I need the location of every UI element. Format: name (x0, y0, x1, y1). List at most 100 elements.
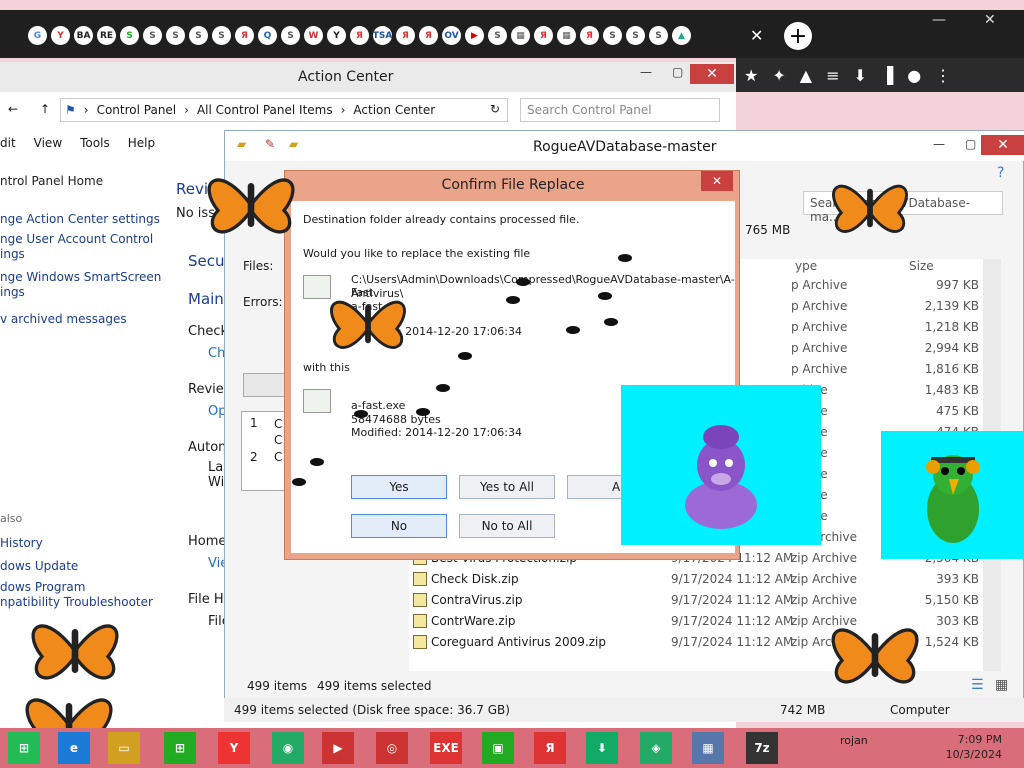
help-icon[interactable]: ? (997, 165, 1004, 181)
properties-icon[interactable]: ✎ (265, 137, 275, 151)
see-also-file-history[interactable]: History (0, 532, 43, 555)
nav-archived-messages[interactable]: v archived messages (0, 308, 127, 331)
close-button[interactable]: ✕ (690, 64, 734, 84)
taskbar-icon[interactable]: e (58, 732, 90, 764)
tiles-view-icon[interactable]: ▦ (995, 677, 1008, 693)
browser-tab-icon[interactable]: S (120, 26, 139, 45)
taskbar-icon[interactable]: ◈ (640, 732, 672, 764)
browser-tab-icon[interactable]: S (603, 26, 622, 45)
dialog-close-button[interactable]: ✕ (701, 171, 733, 191)
file-name: Coreguard Antivirus 2009.zip (431, 635, 607, 649)
taskbar-icon[interactable]: Я (534, 732, 566, 764)
menu-help[interactable]: Help (128, 136, 155, 156)
browser-tab-icon[interactable]: OV (442, 26, 461, 45)
browser-toolbar-icon[interactable]: ▲ (800, 66, 812, 85)
browser-tab-icon[interactable]: Y (327, 26, 346, 45)
table-row[interactable]: Check Disk.zip 9/17/2024 11:12 AM zip Arch… (409, 569, 983, 590)
taskbar-icon[interactable]: EXE (430, 732, 462, 764)
browser-tab-icon[interactable]: RE (97, 26, 116, 45)
nav-action-center-settings[interactable]: nge Action Center settings (0, 208, 160, 231)
browser-tab-icon[interactable]: Я (534, 26, 553, 45)
browser-toolbar-icon[interactable]: ★ (744, 66, 758, 85)
browser-tab-icon[interactable]: G (28, 26, 47, 45)
browser-tab-icon[interactable]: ▦ (511, 26, 530, 45)
browser-tab-icon[interactable]: ▶ (465, 26, 484, 45)
taskbar-icon[interactable]: ◉ (272, 732, 304, 764)
browser-tab-icon[interactable]: S (212, 26, 231, 45)
browser-tab-icon[interactable]: S (649, 26, 668, 45)
back-arrow-icon[interactable]: ← (8, 102, 18, 116)
explorer-minimize-button[interactable]: — (933, 137, 945, 151)
browser-tab-icon[interactable]: BA (74, 26, 93, 45)
browser-tab-icon[interactable]: Я (350, 26, 369, 45)
browser-close-button[interactable]: ✕ (984, 12, 996, 28)
browser-tab-icon[interactable]: S (488, 26, 507, 45)
breadcrumb-control-panel[interactable]: Control Panel (97, 103, 177, 117)
browser-tab-icon[interactable]: Я (396, 26, 415, 45)
details-view-icon[interactable]: ☰ (971, 677, 984, 693)
nav-home[interactable]: ntrol Panel Home (0, 170, 103, 193)
browser-tab-icon[interactable]: Я (580, 26, 599, 45)
nav-smartscreen-settings[interactable]: nge Windows SmartScreen ings (0, 270, 161, 300)
taskbar-icon[interactable]: ▦ (692, 732, 724, 764)
new-tab-button[interactable]: + (784, 22, 812, 50)
taskbar-icon[interactable]: ▭ (108, 732, 140, 764)
ant-icon (354, 410, 368, 418)
no-to-all-button[interactable]: No to All (459, 514, 555, 538)
browser-tab-icon[interactable]: Я (235, 26, 254, 45)
browser-tab-icon[interactable]: Q (258, 26, 277, 45)
browser-tab-icon[interactable]: S (281, 26, 300, 45)
new-folder-icon[interactable]: ▰ (289, 137, 298, 151)
no-button[interactable]: No (351, 514, 447, 538)
yes-button[interactable]: Yes (351, 475, 447, 499)
browser-tab-icon[interactable]: Y (51, 26, 70, 45)
browser-tab-icon[interactable]: S (189, 26, 208, 45)
taskbar-icon[interactable]: ▣ (482, 732, 514, 764)
check-link[interactable]: Ch (208, 346, 225, 361)
col-size-header[interactable]: Size (909, 259, 934, 273)
clock[interactable]: 7:09 PM 10/3/2024 (932, 732, 1002, 762)
up-arrow-icon[interactable]: ↑ (40, 102, 50, 116)
breadcrumb-all-items[interactable]: All Control Panel Items (197, 103, 333, 117)
refresh-icon[interactable]: ↻ (490, 102, 500, 116)
taskbar-icon[interactable]: ⬇ (586, 732, 618, 764)
maintenance-heading[interactable]: Main (188, 290, 224, 308)
browser-minimize-button[interactable]: — (932, 12, 946, 28)
taskbar-icon[interactable]: ◎ (376, 732, 408, 764)
browser-tab-icon[interactable]: ▲ (672, 26, 691, 45)
menu-view[interactable]: View (34, 136, 62, 156)
nav-uac-settings[interactable]: nge User Account Control ings (0, 232, 153, 262)
taskbar-icon[interactable]: ⊞ (164, 732, 196, 764)
browser-tab-icon[interactable]: Я (419, 26, 438, 45)
browser-tab-icon[interactable]: S (626, 26, 645, 45)
browser-tab-icon[interactable]: TSA (373, 26, 392, 45)
tab-close-icon[interactable]: ✕ (750, 26, 763, 45)
browser-toolbar-icon[interactable]: ≡ (826, 66, 839, 85)
taskbar-icon[interactable]: Y (218, 732, 250, 764)
browser-tab-icon[interactable]: S (143, 26, 162, 45)
col-type-header[interactable]: ype (795, 259, 817, 273)
browser-tab-icon[interactable]: W (304, 26, 323, 45)
browser-toolbar-icon[interactable]: ● (907, 66, 921, 85)
breadcrumb[interactable]: ⚑ › Control Panel › All Control Panel It… (60, 98, 508, 122)
browser-tab-icon[interactable]: ▦ (557, 26, 576, 45)
menu-edit[interactable]: dit (0, 136, 16, 156)
browser-tab-icon[interactable]: S (166, 26, 185, 45)
explorer-close-button[interactable]: ✕ (981, 135, 1024, 155)
minimize-button[interactable]: — (640, 65, 652, 79)
breadcrumb-action-center[interactable]: Action Center (353, 103, 435, 117)
taskbar-icon[interactable]: ⊞ (8, 732, 40, 764)
browser-toolbar-icon[interactable]: ✦ (772, 66, 785, 85)
browser-toolbar-icon[interactable]: ▐ (881, 66, 893, 85)
browser-toolbar-icon[interactable]: ⋮ (935, 66, 951, 85)
taskbar-icon[interactable]: ▶ (322, 732, 354, 764)
search-input[interactable]: Search Control Panel (520, 98, 720, 122)
file-date: 9/17/2024 11:12 AM (671, 614, 794, 628)
menu-tools[interactable]: Tools (80, 136, 110, 156)
maximize-button[interactable]: ▢ (672, 65, 683, 79)
see-also-windows-update[interactable]: dows Update (0, 555, 78, 578)
taskbar-icon[interactable]: 7z (746, 732, 778, 764)
yes-to-all-button[interactable]: Yes to All (459, 475, 555, 499)
browser-toolbar-icon[interactable]: ⬇ (853, 66, 866, 85)
explorer-maximize-button[interactable]: ▢ (965, 137, 976, 151)
